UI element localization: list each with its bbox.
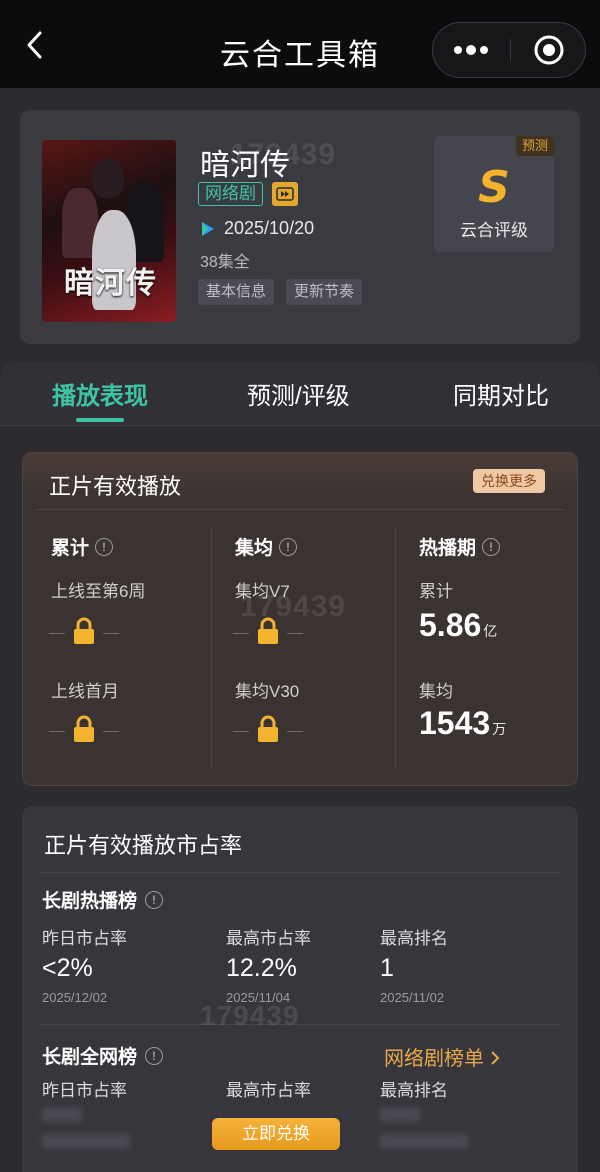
active-tab-indicator (76, 418, 124, 422)
tab-bar: 播放表现 预测/评级 同期对比 (0, 362, 600, 426)
poster-figure (92, 158, 124, 198)
hot-period-header: 热播期 ! (419, 533, 501, 560)
hot-period-average-value: 1543 万 (419, 705, 506, 742)
card-title: 正片有效播放市占率 (44, 833, 243, 858)
info-icon[interactable]: ! (145, 1046, 164, 1065)
lock-icon (258, 617, 278, 644)
blurred-value (380, 1108, 420, 1122)
column-divider (211, 527, 212, 767)
web-drama-tag: 网络剧 (198, 182, 263, 206)
metric-label: 集均 (419, 682, 453, 701)
value: 5.86 (419, 607, 482, 643)
info-icon[interactable]: ! (279, 537, 298, 556)
more-dots-icon (454, 45, 488, 55)
column-title: 累计 (51, 538, 90, 559)
play-tag (272, 182, 298, 206)
web-drama-ranking-link[interactable]: 网络剧榜单 (384, 1042, 500, 1071)
column-divider (395, 527, 396, 767)
locked-value[interactable] (49, 617, 119, 647)
unit: 万 (492, 721, 507, 737)
tab-prediction-rating[interactable]: 预测/评级 (247, 376, 350, 411)
hot-period-total-value: 5.86 亿 (419, 607, 497, 644)
episode-count: 38集全 (200, 254, 250, 271)
metric-label: 集均V7 (235, 582, 290, 601)
divider (40, 872, 560, 873)
blurred-date (380, 1134, 468, 1148)
target-circle-icon (534, 35, 564, 65)
mini-program-capsule (432, 22, 586, 78)
effective-play-card: 正片有效播放 兑换更多 累计 ! 上线至第6周 上线首月 集均 ! 集均V7 集… (22, 452, 578, 786)
metric-label: 最高排名 (380, 1081, 448, 1100)
redeem-more-button[interactable]: 兑换更多 (473, 469, 545, 493)
metric-label: 昨日市占率 (42, 929, 127, 948)
fast-forward-icon (276, 187, 294, 201)
lock-icon (74, 715, 94, 742)
info-icon[interactable]: ! (482, 537, 501, 556)
column-title: 热播期 (419, 538, 477, 559)
info-icon[interactable]: ! (95, 537, 114, 556)
metric-label: 昨日市占率 (42, 1081, 127, 1100)
metric-label: 最高市占率 (226, 1081, 311, 1100)
metric-date: 2025/11/04 (226, 990, 291, 1005)
metric-value: 12.2% (226, 954, 297, 982)
locked-value[interactable] (49, 715, 119, 745)
navigation-bar: 云合工具箱 (0, 0, 600, 88)
chevron-right-icon (490, 1051, 499, 1065)
divider (40, 1024, 560, 1025)
section-label: 长剧全网榜 (42, 1047, 138, 1068)
divider (0, 425, 600, 426)
section-title: 长剧全网榜 ! (42, 1042, 164, 1069)
rating-label: 云合评级 (460, 221, 528, 240)
metric-label: 最高市占率 (226, 929, 311, 948)
metric-date: 2025/11/02 (380, 990, 445, 1005)
metric-label: 集均V30 (235, 682, 300, 701)
metric-value: <2% (42, 954, 93, 982)
more-button[interactable] (433, 23, 509, 77)
locked-value[interactable] (233, 617, 303, 647)
metric-label: 上线首月 (51, 682, 119, 701)
link-label: 网络剧榜单 (384, 1048, 484, 1070)
locked-value[interactable] (233, 715, 303, 745)
platform-logo-icon (202, 222, 214, 236)
rating-box[interactable]: 预测 S 云合评级 (434, 136, 554, 252)
column-title: 集均 (235, 538, 274, 559)
drama-poster[interactable]: 暗河传 (42, 140, 176, 322)
lock-icon (74, 617, 94, 644)
poster-title: 暗河传 (64, 266, 157, 301)
metric-label: 上线至第6周 (51, 582, 146, 601)
unit: 亿 (483, 623, 498, 639)
card-title: 正片有效播放 (49, 474, 182, 499)
close-mini-program-button[interactable] (511, 23, 587, 77)
redeem-now-button[interactable]: 立即兑换 (212, 1118, 340, 1150)
prediction-badge: 预测 (515, 136, 554, 156)
section-label: 长剧热播榜 (42, 891, 138, 912)
release-date: 2025/10/20 (224, 218, 315, 238)
tab-period-comparison[interactable]: 同期对比 (453, 376, 549, 411)
blurred-date (42, 1134, 130, 1148)
tab-play-performance[interactable]: 播放表现 (52, 376, 148, 411)
episode-average-header: 集均 ! (235, 533, 298, 560)
section-title: 长剧热播榜 ! (42, 886, 164, 913)
cumulative-header: 累计 ! (51, 533, 114, 560)
metric-value: 1 (380, 954, 394, 982)
metric-label: 最高排名 (380, 929, 448, 948)
blurred-value (42, 1108, 82, 1122)
basic-info-button[interactable]: 基本信息 (198, 279, 275, 305)
metric-label: 累计 (419, 582, 453, 601)
divider (35, 509, 565, 510)
value: 1543 (419, 705, 491, 741)
lock-icon (258, 715, 278, 742)
info-icon[interactable]: ! (145, 890, 164, 909)
metric-date: 2025/12/02 (42, 990, 108, 1005)
rating-grade: S (478, 162, 510, 213)
drama-title: 暗河传 (200, 149, 290, 182)
update-rhythm-button[interactable]: 更新节奏 (286, 279, 363, 305)
